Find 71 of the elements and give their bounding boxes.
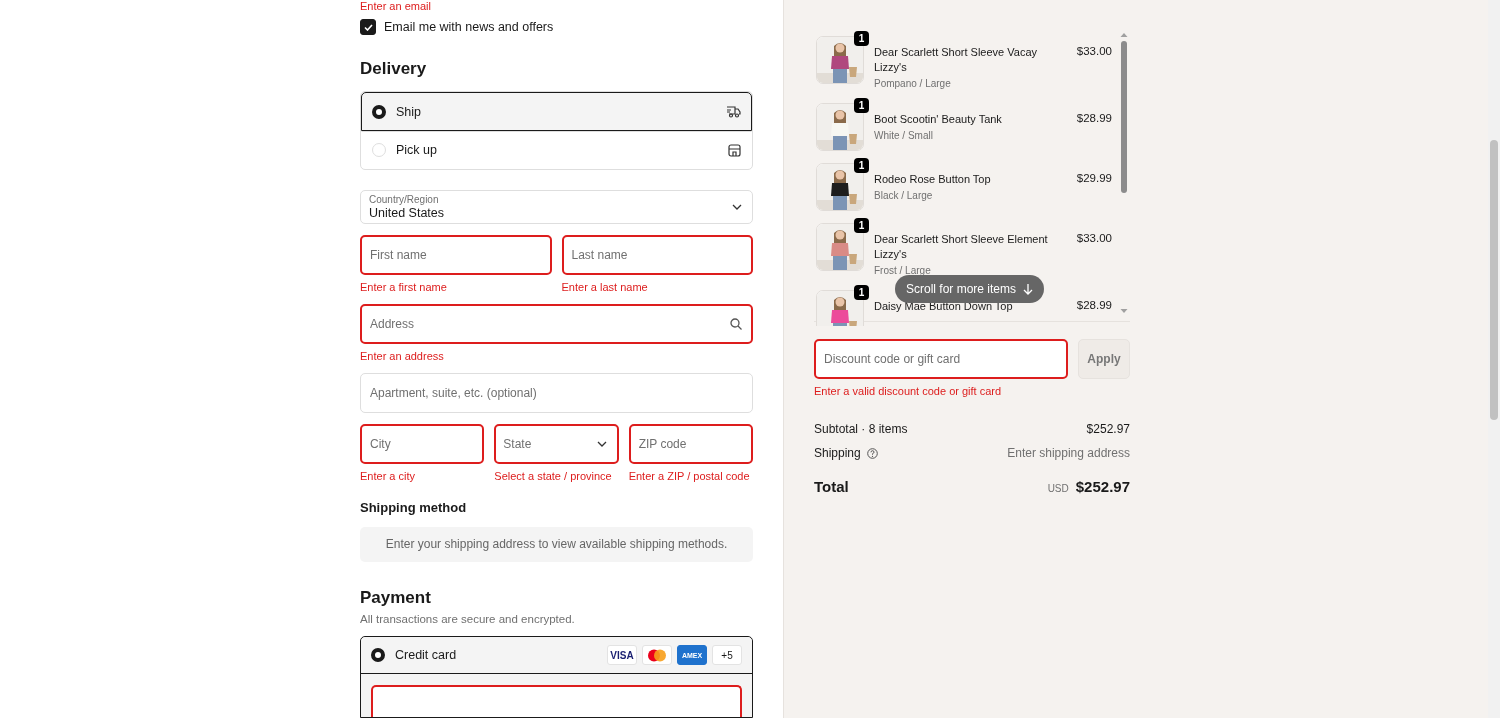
card-badge: +5: [712, 645, 742, 666]
total-value: $252.97: [1075, 478, 1130, 495]
shipping-label: Shipping: [814, 446, 861, 460]
currency-code: USD: [1047, 483, 1069, 494]
search-icon: [730, 317, 742, 330]
error-message: Enter a ZIP / postal code: [628, 469, 751, 482]
scrollbar[interactable]: [1118, 31, 1130, 315]
option-label: Pick up: [396, 143, 438, 157]
quantity-badge: 1: [854, 218, 869, 233]
section-subtitle: All transactions are secure and encrypted.: [360, 613, 576, 625]
item-variant: Frost / Large: [874, 265, 932, 276]
delivery-option[interactable]: Pick up: [361, 131, 752, 169]
radio-button[interactable]: [371, 648, 385, 663]
error-message: Enter a last name: [561, 280, 649, 293]
error-message: Enter an email: [360, 0, 432, 13]
state-dropdown[interactable]: State: [494, 423, 619, 464]
quantity-badge: 1: [854, 98, 869, 113]
overlapping-circles-icon: [647, 648, 667, 662]
item-price: $28.99: [1076, 111, 1113, 124]
chevron-down-icon: [596, 440, 607, 447]
arrow-down-icon: [1023, 283, 1034, 295]
truck-icon: [726, 105, 741, 118]
store-icon: [728, 143, 741, 157]
item-price: $33.00: [1076, 44, 1113, 57]
error-message: Enter a valid discount code or gift card: [814, 385, 1003, 397]
error-message: Enter a first name: [360, 280, 448, 293]
checkbox-label: Email me with news and offers: [384, 20, 554, 34]
page-scrollbar[interactable]: [1488, 0, 1500, 718]
country-dropdown[interactable]: Country/Region United States: [360, 190, 753, 224]
info-message: Enter your shipping address to view available shipping methods.: [360, 526, 753, 562]
input-field[interactable]: ZIP code: [628, 423, 753, 464]
item-variant: Pompano / Large: [874, 78, 952, 89]
item-price: $33.00: [1076, 231, 1113, 244]
error-message: Enter an address: [360, 349, 445, 362]
subtotal-label: Subtotal · 8 items: [814, 422, 908, 436]
card-field[interactable]: [371, 685, 742, 717]
item-price: $28.99: [1076, 298, 1113, 311]
radio-button[interactable]: [372, 104, 386, 119]
item-title: Boot Scootin' Beauty Tank: [874, 112, 1003, 127]
help-icon: [866, 447, 878, 459]
error-message: Enter a city: [360, 469, 417, 482]
input-field[interactable]: City: [360, 423, 485, 464]
input-field[interactable]: Last name: [561, 234, 753, 275]
section-heading: Payment: [360, 588, 432, 608]
delivery-option[interactable]: Ship: [361, 92, 752, 131]
item-title: Dear Scarlett Short Sleeve Element Lizzy's: [874, 232, 1049, 262]
field-label: Country/Region: [369, 193, 440, 205]
error-message: Select a state / province: [494, 469, 613, 482]
quantity-badge: 1: [854, 285, 869, 300]
section-heading: Delivery: [360, 59, 428, 79]
shipping-value: Enter shipping address: [1007, 446, 1130, 460]
item-variant: White / Small: [874, 130, 934, 141]
subtotal-value: $252.97: [1086, 422, 1130, 436]
scroll-hint-button[interactable]: Scroll for more items: [895, 275, 1045, 303]
item-variant: Black / Large: [874, 190, 934, 201]
checkmark-icon: [363, 23, 373, 31]
field-value: United States: [369, 205, 446, 220]
total-label: Total: [814, 478, 849, 495]
section-heading: Shipping method: [360, 499, 468, 515]
item-title: Rodeo Rose Button Top: [874, 172, 992, 187]
card-badge: VISA: [607, 645, 637, 666]
quantity-badge: 1: [854, 158, 869, 173]
checkbox[interactable]: [360, 19, 376, 35]
item-title: Dear Scarlett Short Sleeve Vacay Lizzy's: [874, 45, 1039, 75]
input-field[interactable]: First name: [360, 234, 552, 275]
item-price: $29.99: [1076, 171, 1113, 184]
option-label: Credit card: [395, 648, 458, 663]
quantity-badge: 1: [854, 31, 869, 46]
input-field[interactable]: Address: [360, 303, 753, 344]
chevron-down-icon: [732, 203, 742, 210]
option-label: Ship: [396, 104, 423, 119]
